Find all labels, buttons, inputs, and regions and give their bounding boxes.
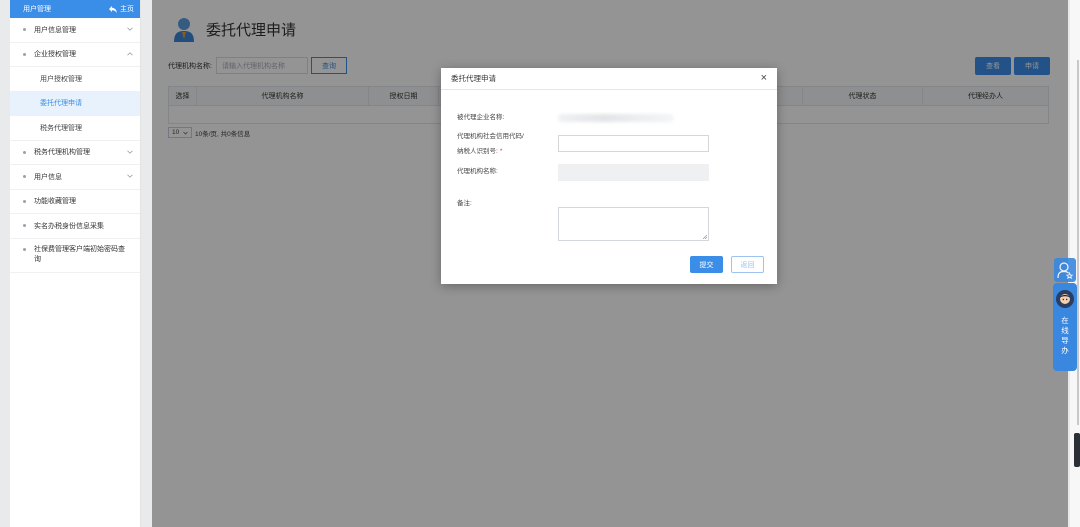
delegation-apply-dialog: 委托代理申请 × 被代理企业名称: 代理机构社会信用代码/ 纳税人识别号: * 代… [441, 68, 777, 284]
bullet-icon [23, 224, 26, 228]
sidebar-item-label: 企业授权管理 [34, 51, 76, 59]
sidebar-item-label: 税务代理管理 [40, 124, 82, 132]
remark-label: 备注: [457, 200, 472, 207]
user-service-button[interactable] [1054, 258, 1076, 282]
sidebar-item-label: 社保费管理客户端初始密码查询 [34, 245, 125, 263]
agency-name-label: 代理机构名称: [457, 168, 498, 175]
dialog-title: 委托代理申请 [451, 74, 496, 83]
company-name-value [558, 114, 709, 122]
home-label: 主页 [120, 6, 134, 13]
bullet-icon [23, 247, 26, 251]
scrollbar-thumb[interactable] [1074, 433, 1080, 467]
sidebar-item-enterprise-auth[interactable]: 企业授权管理 [10, 43, 140, 67]
chevron-down-icon [127, 174, 133, 178]
sidebar-item-user-info-mgmt[interactable]: 用户信息管理 [10, 18, 140, 43]
credit-code-label: 代理机构社会信用代码/ 纳税人识别号: * [457, 131, 524, 158]
sidebar-item-realname-collect[interactable]: 实名办税身份信息采集 [10, 214, 140, 239]
remark-textarea[interactable] [558, 207, 709, 241]
online-guide-widget[interactable]: 在线导办 [1053, 283, 1077, 371]
close-icon[interactable]: × [761, 73, 767, 84]
bullet-icon [23, 150, 26, 154]
sidebar-item-label: 用户授权管理 [40, 75, 82, 83]
bullet-icon [23, 52, 26, 56]
sidebar-header-title: 用户管理 [23, 6, 51, 13]
bullet-icon [23, 28, 26, 32]
agent-avatar-icon [1056, 290, 1074, 308]
sidebar: 用户管理 主页 用户信息管理 企业授权管理 用户授权管理 委托代理申请 税务代理… [10, 0, 141, 527]
company-name-label: 被代理企业名称: [457, 114, 505, 121]
sidebar-item-favorites[interactable]: 功能收藏管理 [10, 190, 140, 214]
sidebar-item-delegation-apply[interactable]: 委托代理申请 [10, 91, 140, 116]
sidebar-item-label: 委托代理申请 [40, 100, 82, 108]
chevron-up-icon [127, 51, 133, 55]
sidebar-item-tax-agency-mgmt[interactable]: 税务代理机构管理 [10, 141, 140, 165]
sidebar-item-label: 税务代理机构管理 [34, 149, 90, 157]
agency-name-field [558, 164, 709, 181]
bullet-icon [23, 175, 26, 179]
sidebar-item-label: 用户信息 [34, 173, 62, 181]
sidebar-item-label: 功能收藏管理 [34, 198, 76, 206]
home-link[interactable]: 主页 [109, 4, 134, 14]
resize-grip-icon[interactable] [702, 234, 707, 239]
bullet-icon [23, 199, 26, 203]
sidebar-item-user-auth[interactable]: 用户授权管理 [10, 67, 140, 92]
back-button[interactable]: 返回 [731, 256, 764, 273]
credit-code-label-line2: 纳税人识别号: [457, 148, 498, 155]
user-star-icon [1057, 262, 1073, 279]
sidebar-item-user-info[interactable]: 用户信息 [10, 165, 140, 190]
credit-code-input[interactable] [558, 135, 709, 152]
sidebar-header: 用户管理 主页 [10, 0, 140, 18]
chevron-down-icon [127, 27, 133, 31]
blurred-company-name [558, 114, 674, 122]
required-mark: * [499, 148, 503, 155]
sidebar-item-social-security-pwd[interactable]: 社保费管理客户端初始密码查询 [10, 239, 140, 273]
dialog-header: 委托代理申请 × [441, 68, 777, 90]
reply-icon [109, 5, 117, 13]
sidebar-item-label: 实名办税身份信息采集 [34, 222, 104, 230]
online-guide-label: 在线导办 [1061, 316, 1069, 355]
chevron-down-icon [127, 150, 133, 154]
submit-button[interactable]: 提交 [690, 256, 723, 273]
sidebar-item-label: 用户信息管理 [34, 26, 76, 34]
sidebar-item-tax-agent-mgmt[interactable]: 税务代理管理 [10, 116, 140, 141]
scrollbar-rail [1077, 60, 1079, 425]
credit-code-label-line1: 代理机构社会信用代码/ [457, 133, 524, 140]
